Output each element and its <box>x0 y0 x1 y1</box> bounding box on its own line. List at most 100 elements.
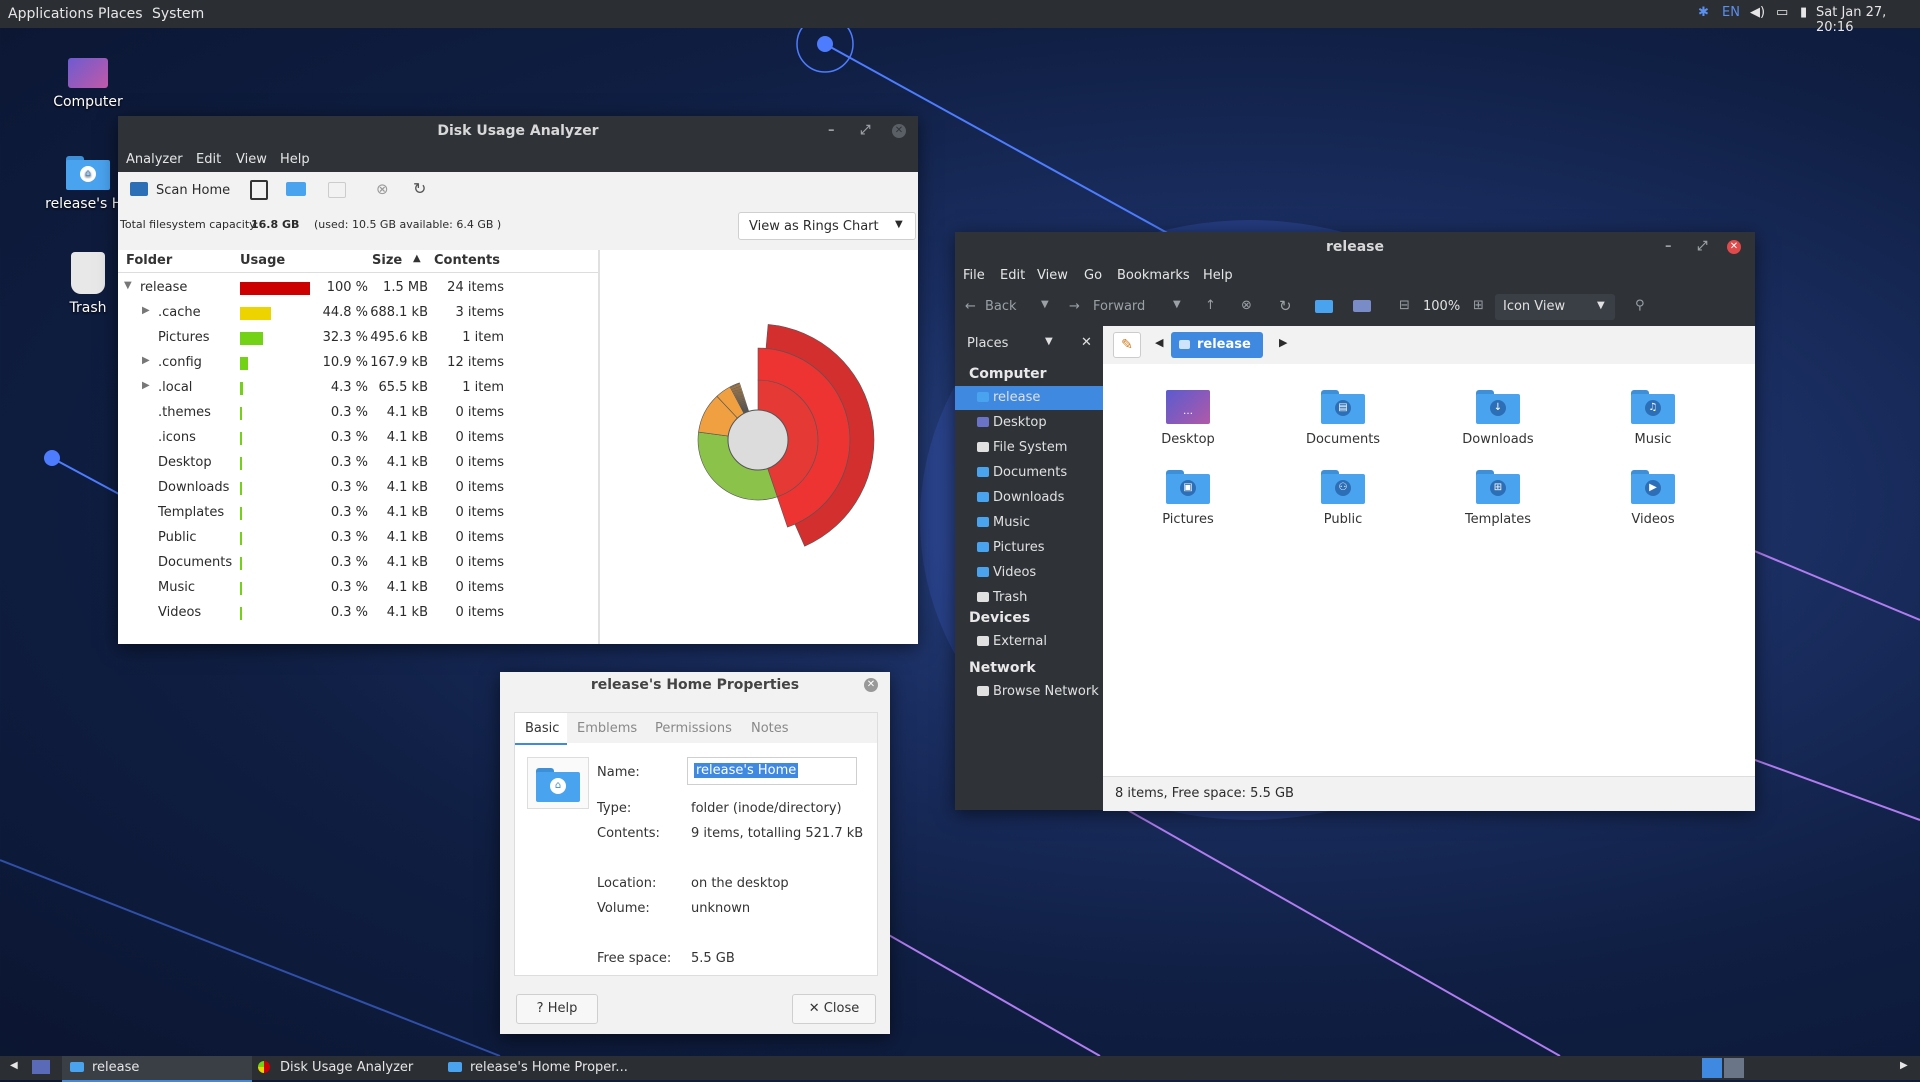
sidebar-item-external[interactable]: External <box>955 630 1103 654</box>
tab-basic[interactable]: Basic <box>515 713 567 745</box>
minimize-button[interactable]: – <box>828 116 835 146</box>
folder-row[interactable]: Templates 0.3 % 4.1 kB 0 items <box>118 501 598 526</box>
sidebar-item-music[interactable]: Music <box>955 511 1103 535</box>
sidebar-item-documents[interactable]: Documents <box>955 461 1103 485</box>
folder-row[interactable]: Public 0.3 % 4.1 kB 0 items <box>118 526 598 551</box>
column-contents[interactable]: Contents <box>434 253 500 268</box>
close-sidebar-icon[interactable]: ✕ <box>1081 335 1092 350</box>
file-item-music[interactable]: ♫ Music <box>1588 390 1718 447</box>
tab-permissions[interactable]: Permissions <box>655 721 732 736</box>
menu-analyzer[interactable]: Analyzer <box>126 152 183 167</box>
close-button[interactable]: ✕ <box>892 124 906 138</box>
dua-titlebar[interactable]: Disk Usage Analyzer – ⤢ ✕ <box>118 116 918 146</box>
computer-icon[interactable] <box>1353 300 1371 312</box>
forward-button[interactable]: Forward <box>1093 299 1145 314</box>
applications-menu[interactable]: Applications <box>8 6 94 22</box>
zoom-out-icon[interactable]: ⊟ <box>1399 298 1410 313</box>
edit-location-icon[interactable]: ✎ <box>1113 332 1141 358</box>
file-item-videos[interactable]: ▶ Videos <box>1588 470 1718 527</box>
ring-center[interactable] <box>727 409 789 471</box>
view-select[interactable]: View as Rings Chart ▼ <box>738 212 916 240</box>
sidebar-item-desktop[interactable]: Desktop <box>955 411 1103 435</box>
scan-remote-icon[interactable] <box>328 182 346 198</box>
close-button[interactable]: ✕ <box>1727 240 1741 254</box>
stop-icon[interactable]: ⊗ <box>1241 298 1252 313</box>
folder-row[interactable]: ▶ .local 4.3 % 65.5 kB 1 item <box>118 376 598 401</box>
scroll-right-icon[interactable]: ▶ <box>1900 1060 1908 1071</box>
rings-chart[interactable] <box>608 256 908 636</box>
expander-open-icon[interactable]: ▼ <box>124 280 132 291</box>
close-button[interactable]: ✕ <box>864 678 878 692</box>
icon-frame[interactable]: ⌂ <box>527 757 589 809</box>
file-item-public[interactable]: ⚇ Public <box>1278 470 1408 527</box>
minimize-button[interactable]: – <box>1665 232 1672 262</box>
menu-help[interactable]: Help <box>280 152 310 167</box>
folder-row[interactable]: Desktop 0.3 % 4.1 kB 0 items <box>118 451 598 476</box>
folder-row[interactable]: .icons 0.3 % 4.1 kB 0 items <box>118 426 598 451</box>
places-chevron-icon[interactable]: ▼ <box>1045 336 1053 347</box>
folder-row[interactable]: Documents 0.3 % 4.1 kB 0 items <box>118 551 598 576</box>
column-folder[interactable]: Folder <box>126 253 172 268</box>
search-icon[interactable]: ⚲ <box>1635 298 1645 313</box>
bluetooth-icon[interactable]: ✱ <box>1698 5 1709 20</box>
column-size[interactable]: Size <box>372 253 402 268</box>
sidebar-item-trash[interactable]: Trash <box>955 586 1103 610</box>
sidebar-item-downloads[interactable]: Downloads <box>955 486 1103 510</box>
reload-icon[interactable]: ↻ <box>1279 297 1292 315</box>
places-label[interactable]: Places <box>967 336 1008 351</box>
keyboard-layout[interactable]: EN <box>1722 5 1740 20</box>
workspace-1[interactable] <box>1702 1058 1722 1078</box>
folder-row[interactable]: .themes 0.3 % 4.1 kB 0 items <box>118 401 598 426</box>
scan-folder-icon[interactable] <box>286 182 306 196</box>
refresh-icon[interactable]: ↻ <box>413 179 426 198</box>
scan-filesystem-icon[interactable] <box>250 180 268 200</box>
fm-titlebar[interactable]: release – ⤢ ✕ <box>955 232 1755 262</box>
expander-closed-icon[interactable]: ▶ <box>142 305 150 316</box>
folder-row[interactable]: Videos 0.3 % 4.1 kB 0 items <box>118 601 598 626</box>
maximize-button[interactable]: ⤢ <box>1697 232 1707 262</box>
menu-file[interactable]: File <box>963 268 985 283</box>
task-release[interactable]: release <box>62 1056 252 1082</box>
folder-row[interactable]: Downloads 0.3 % 4.1 kB 0 items <box>118 476 598 501</box>
path-right-icon[interactable]: ▶ <box>1279 336 1287 349</box>
column-usage[interactable]: Usage <box>240 253 285 268</box>
folder-row[interactable]: ▶ .config 10.9 % 167.9 kB 12 items <box>118 351 598 376</box>
sidebar-item-browse-network[interactable]: Browse Network <box>955 680 1103 704</box>
folder-row[interactable]: Music 0.3 % 4.1 kB 0 items <box>118 576 598 601</box>
volume-icon[interactable]: ◀) <box>1750 5 1765 20</box>
path-left-icon[interactable]: ◀ <box>1155 336 1163 349</box>
menu-edit[interactable]: Edit <box>1000 268 1025 283</box>
expander-closed-icon[interactable]: ▶ <box>142 380 150 391</box>
places-menu[interactable]: Places <box>98 6 143 22</box>
stop-icon[interactable]: ⊗ <box>376 180 389 198</box>
forward-history-icon[interactable]: ▼ <box>1173 299 1181 310</box>
up-icon[interactable]: ↑ <box>1205 298 1216 313</box>
menu-bookmarks[interactable]: Bookmarks <box>1117 268 1190 283</box>
sidebar-item-file-system[interactable]: File System <box>955 436 1103 460</box>
folder-row[interactable]: ▼ release 100 % 1.5 MB 24 items <box>118 276 598 301</box>
tab-notes[interactable]: Notes <box>751 721 789 736</box>
scan-home-button[interactable]: Scan Home <box>156 183 230 198</box>
menu-edit[interactable]: Edit <box>196 152 221 167</box>
name-field[interactable]: release's Home <box>687 757 857 785</box>
show-desktop-icon[interactable] <box>32 1060 50 1074</box>
task-disk-usage-analyzer[interactable]: Disk Usage Analyzer <box>256 1056 436 1080</box>
menu-help[interactable]: Help <box>1203 268 1233 283</box>
file-item-documents[interactable]: ▤ Documents <box>1278 390 1408 447</box>
home-icon[interactable] <box>1315 300 1333 313</box>
sidebar-item-release[interactable]: release <box>955 386 1103 410</box>
view-mode-select[interactable]: Icon View ▼ <box>1495 294 1615 320</box>
close-dialog-button[interactable]: ✕ Close <box>792 994 876 1024</box>
pane-divider[interactable] <box>598 250 600 644</box>
props-titlebar[interactable]: release's Home Properties ✕ <box>500 672 890 698</box>
zoom-in-icon[interactable]: ⊞ <box>1473 298 1484 313</box>
file-item-downloads[interactable]: ↓ Downloads <box>1433 390 1563 447</box>
sidebar-item-pictures[interactable]: Pictures <box>955 536 1103 560</box>
sidebar-item-videos[interactable]: Videos <box>955 561 1103 585</box>
maximize-button[interactable]: ⤢ <box>860 116 870 146</box>
path-button-release[interactable]: release <box>1171 332 1263 358</box>
menu-go[interactable]: Go <box>1084 268 1102 283</box>
menu-view[interactable]: View <box>236 152 267 167</box>
tab-emblems[interactable]: Emblems <box>577 721 637 736</box>
display-icon[interactable]: ▭ <box>1776 5 1788 20</box>
